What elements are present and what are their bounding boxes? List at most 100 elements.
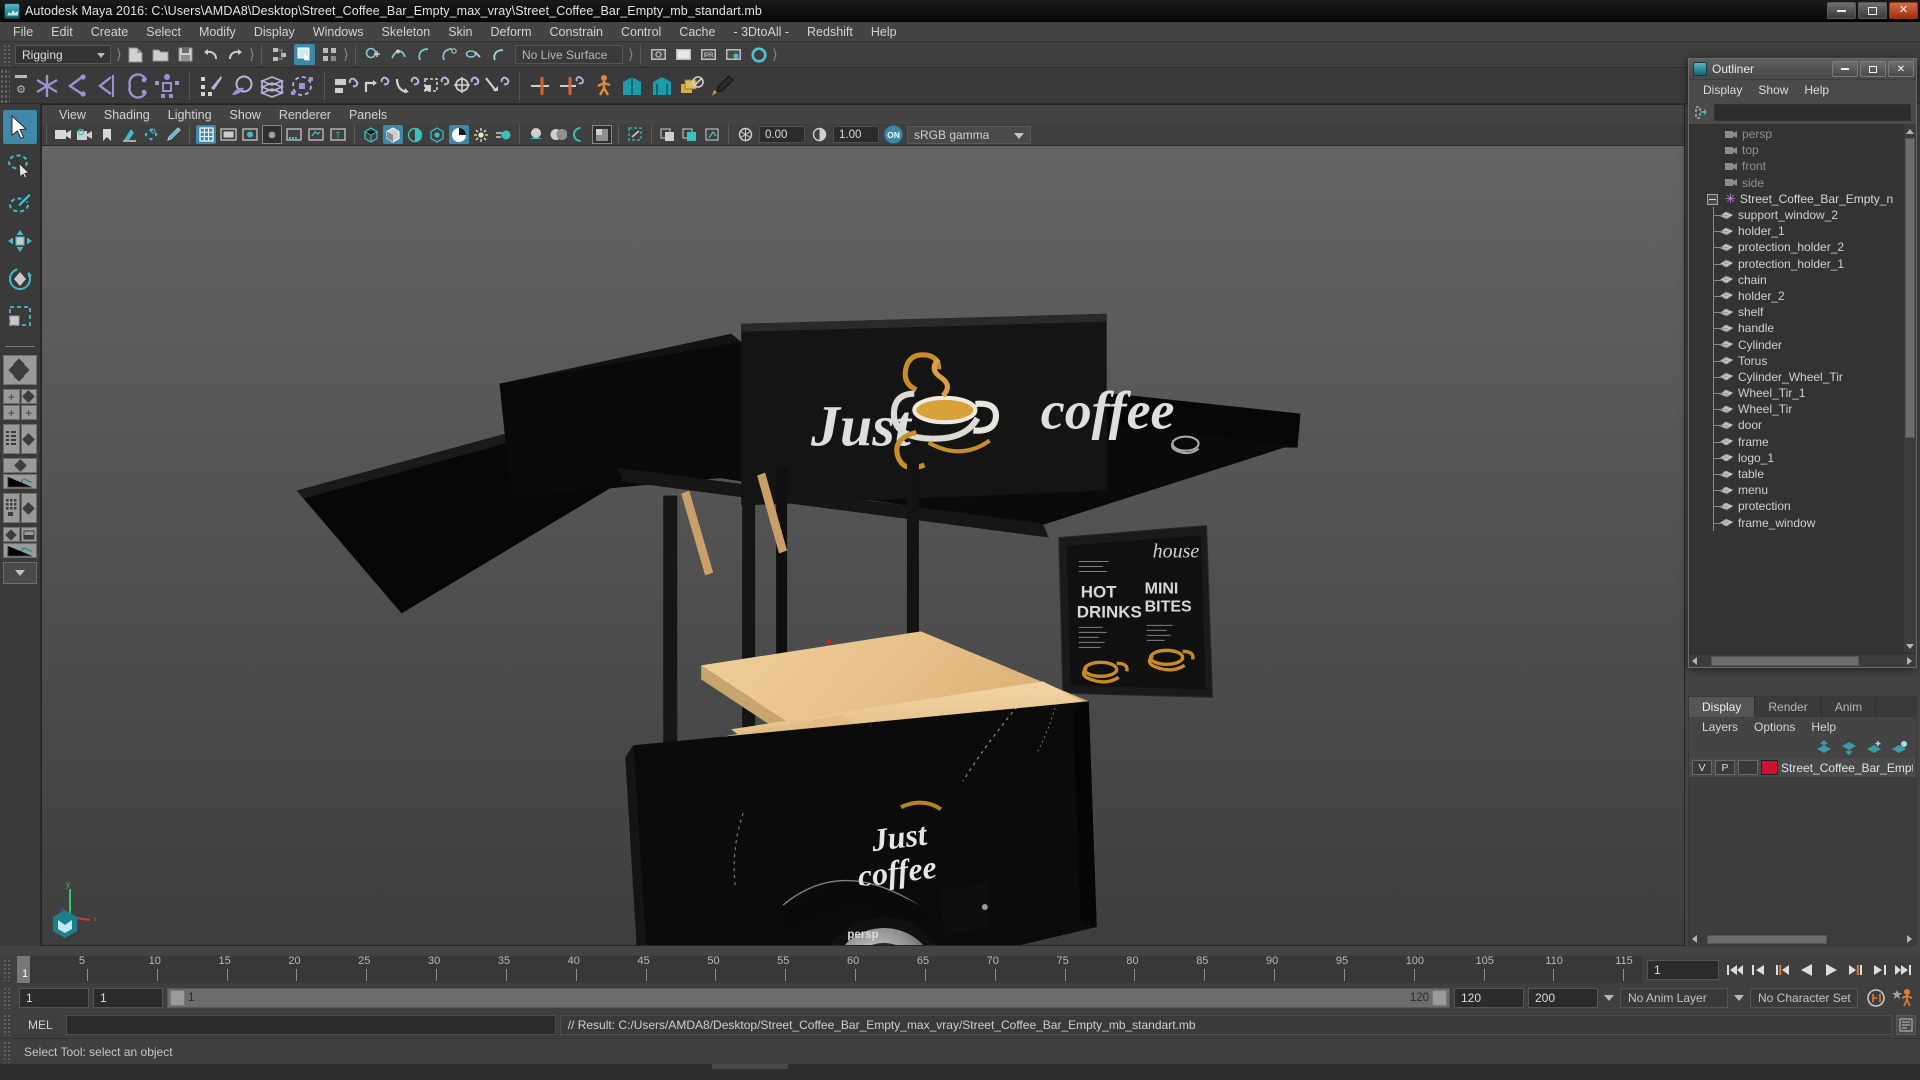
menu-constrain[interactable]: Constrain <box>541 23 613 41</box>
shaded-textured-icon[interactable] <box>405 125 425 144</box>
ik-spline-handle-icon[interactable] <box>92 71 122 101</box>
outliner-minimize-button[interactable] <box>1832 61 1858 77</box>
xray-icon[interactable] <box>592 125 612 144</box>
human-ik-icon[interactable] <box>587 71 617 101</box>
undo-icon[interactable] <box>200 44 221 65</box>
open-scene-icon[interactable] <box>150 44 171 65</box>
tree-node-dot[interactable] <box>1723 211 1729 218</box>
tree-node-dot[interactable] <box>1723 390 1729 396</box>
tree-node-dot[interactable] <box>1723 438 1729 445</box>
scroll-right-icon[interactable] <box>1907 935 1912 943</box>
play-backwards-icon[interactable] <box>1796 959 1818 981</box>
help-line-grip[interactable] <box>3 1040 12 1063</box>
menu-skeleton[interactable]: Skeleton <box>373 23 440 41</box>
outliner-group-row[interactable]: ✳ Street_Coffee_Bar_Empty_n <box>1689 191 1916 207</box>
insert-joint-icon[interactable] <box>122 71 152 101</box>
color-management-toggle[interactable]: ON <box>884 125 903 144</box>
outliner-item-protection_holder_2[interactable]: protection_holder_2 <box>1689 239 1916 256</box>
new-scene-icon[interactable] <box>125 44 146 65</box>
render-current-frame-icon[interactable] <box>648 44 669 65</box>
outliner-menu-show[interactable]: Show <box>1750 82 1796 98</box>
outliner-maximize-button[interactable] <box>1860 61 1886 77</box>
layout-hypershade-persp[interactable] <box>3 493 37 523</box>
outliner-item-protection[interactable]: protection <box>1689 498 1916 515</box>
layout-single-perspective[interactable] <box>3 355 37 385</box>
outliner-item-holder_1[interactable]: holder_1 <box>1689 223 1916 240</box>
layout-persp-graph[interactable] <box>3 458 37 489</box>
menu-3dtoall[interactable]: - 3DtoAll - <box>724 23 798 41</box>
maximize-button[interactable] <box>1858 2 1887 19</box>
outliner-item-side[interactable]: side <box>1689 175 1916 191</box>
aim-constraint-icon[interactable] <box>392 71 422 101</box>
viewport-menu-lighting[interactable]: Lighting <box>159 107 221 123</box>
tree-node-dot[interactable] <box>1723 357 1729 364</box>
viewport-menu-view[interactable]: View <box>50 107 95 123</box>
tab-display[interactable]: Display <box>1689 697 1756 717</box>
select-by-object-icon[interactable] <box>294 44 315 65</box>
timeslider-grip[interactable] <box>3 958 12 981</box>
play-forwards-icon[interactable] <box>1820 959 1842 981</box>
film-gate-icon[interactable] <box>218 125 238 144</box>
scroll-left-icon[interactable] <box>1692 935 1697 943</box>
select-tool-button[interactable] <box>3 110 37 144</box>
film-origin-icon[interactable] <box>284 125 304 144</box>
outliner-item-menu[interactable]: menu <box>1689 482 1916 499</box>
safe-action-icon[interactable] <box>306 125 326 144</box>
scroll-right-icon[interactable] <box>1907 656 1912 665</box>
parent-constraint-icon[interactable] <box>332 71 362 101</box>
viewport-menu-shading[interactable]: Shading <box>95 107 159 123</box>
gamma-icon[interactable] <box>809 125 829 144</box>
tree-node-dot[interactable] <box>1723 519 1729 526</box>
snap-to-live-icon[interactable] <box>488 44 509 65</box>
image-plane-icon[interactable] <box>119 125 139 144</box>
range-start-field[interactable]: 1 <box>19 987 89 1008</box>
grease-pencil-icon[interactable] <box>163 125 183 144</box>
step-back-frame-icon[interactable] <box>1772 959 1794 981</box>
outliner-item-persp[interactable]: persp <box>1689 126 1916 142</box>
pole-vector-icon[interactable] <box>482 71 512 101</box>
shelf-grip[interactable] <box>0 68 10 103</box>
layer-menu-layers[interactable]: Layers <box>1694 720 1746 734</box>
two-d-pan-zoom-icon[interactable] <box>141 125 161 144</box>
wireframe-icon[interactable] <box>361 125 381 144</box>
range-grip[interactable] <box>3 986 12 1009</box>
gear-icon[interactable]: ⚙ <box>16 83 26 96</box>
menu-edit[interactable]: Edit <box>42 23 82 41</box>
viewport-menu-panels[interactable]: Panels <box>340 107 396 123</box>
menu-select[interactable]: Select <box>137 23 190 41</box>
menu-skin[interactable]: Skin <box>439 23 481 41</box>
xray-joints-icon[interactable] <box>625 125 645 144</box>
anim-end-field[interactable]: 200 <box>1528 987 1598 1008</box>
lasso-tool-button[interactable] <box>3 148 37 182</box>
layer-playback-toggle[interactable]: P <box>1715 760 1735 775</box>
outliner-tree[interactable]: persp top front side ✳ Street_Coffee_Bar… <box>1689 124 1916 653</box>
color-management-dropdown[interactable]: sRGB gamma <box>907 125 1031 144</box>
step-forward-frame-icon[interactable] <box>1844 959 1866 981</box>
outliner-item-torus[interactable]: Torus <box>1689 352 1916 369</box>
menu-control[interactable]: Control <box>612 23 670 41</box>
collapse-expander[interactable] <box>1707 193 1718 205</box>
menu-redshift[interactable]: Redshift <box>798 23 862 41</box>
ipr-render-icon[interactable] <box>673 44 694 65</box>
paint-skin-weights-icon[interactable] <box>197 71 227 101</box>
outliner-item-table[interactable]: table <box>1689 465 1916 483</box>
shelf-options[interactable]: ⚙ <box>10 75 32 96</box>
new-layer-icon[interactable] <box>1866 740 1883 755</box>
menu-deform[interactable]: Deform <box>482 23 541 41</box>
outliner-item-cylinder_wheel_tir[interactable]: Cylinder_Wheel_Tir <box>1689 368 1916 385</box>
render-settings-icon[interactable]: IPR <box>698 44 719 65</box>
render-view-icon[interactable] <box>723 44 744 65</box>
command-input[interactable] <box>65 1014 556 1035</box>
outliner-item-support_window_2[interactable]: support_window_2 <box>1689 206 1916 224</box>
viewport-3d-canvas[interactable]: Just coffee HOT DRINKS MINI BITES house … <box>42 146 1684 945</box>
layer-menu-options[interactable]: Options <box>1746 720 1803 734</box>
save-scene-icon[interactable] <box>175 44 196 65</box>
snap-to-point-icon[interactable] <box>413 44 434 65</box>
time-slider-track[interactable]: 1 5 10 15 20 25 30 35 40 45 50 55 60 65 70 75 80 85 90 95 1… <box>17 956 1642 983</box>
lattice-icon[interactable] <box>257 71 287 101</box>
outliner-item-wheel_tir[interactable]: Wheel_Tir <box>1689 401 1916 418</box>
layout-persp-graph-outliner[interactable] <box>3 527 37 558</box>
exposure-field[interactable]: 0.00 <box>759 126 805 143</box>
hscrollbar-thumb[interactable] <box>1711 655 1859 666</box>
outliner-item-protection_holder_1[interactable]: protection_holder_1 <box>1689 255 1916 272</box>
